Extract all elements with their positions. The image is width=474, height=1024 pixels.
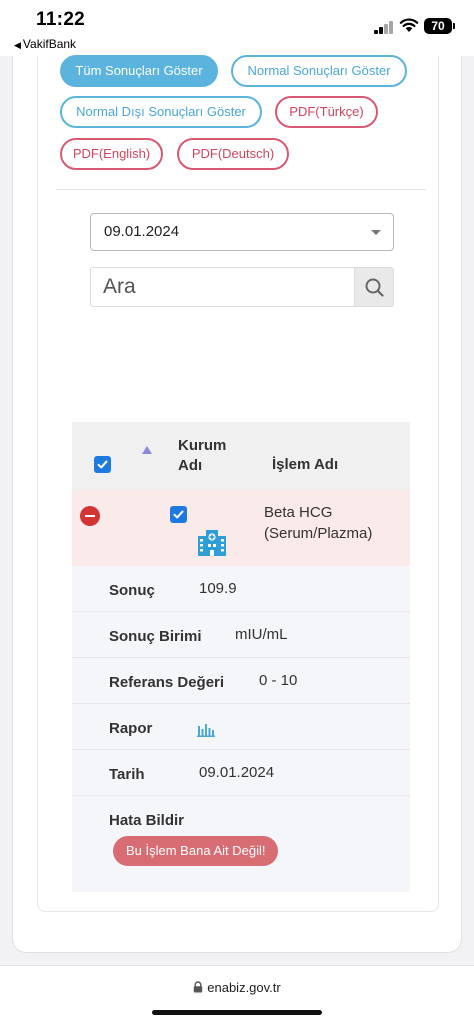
date-label: Tarih	[109, 766, 145, 783]
table-row[interactable]: Beta HCG (Serum/Plazma)	[72, 490, 410, 566]
chart-report-icon[interactable]	[197, 721, 215, 737]
status-bar: 11:22 ◀ VakifBank 70	[0, 0, 474, 56]
battery-icon: 70	[424, 18, 455, 34]
select-all-checkbox[interactable]	[94, 456, 111, 473]
result-value: 109.9	[199, 580, 237, 597]
wifi-icon	[399, 18, 419, 32]
results-panel: Tüm Sonuçları Göster Normal Sonuçları Gö…	[37, 55, 439, 912]
search-button[interactable]	[354, 267, 394, 307]
sort-arrow-icon[interactable]	[142, 446, 152, 454]
date-select-value: 09.01.2024	[104, 223, 180, 240]
reference-value: 0 - 10	[259, 672, 298, 689]
not-my-record-button[interactable]: Bu İşlem Bana Ait Değil!	[113, 836, 279, 866]
divider	[56, 189, 426, 190]
browser-bottom-bar: enabiz.gov.tr	[0, 965, 474, 1024]
lock-icon	[194, 981, 203, 993]
search-icon	[365, 278, 384, 297]
remove-row-icon[interactable]	[80, 506, 100, 526]
search-input[interactable]: Ara	[90, 267, 354, 307]
pdf-english-button[interactable]: PDF(English)	[60, 138, 163, 170]
unit-value: mIU/mL	[235, 626, 288, 643]
url-text: enabiz.gov.tr	[207, 980, 281, 995]
back-triangle-icon: ◀	[14, 40, 21, 50]
chevron-down-icon	[371, 230, 381, 235]
detail-row-result: Sonuç 109.9	[72, 566, 410, 612]
date-value: 09.01.2024	[199, 764, 275, 781]
column-header-institution[interactable]: Kurum Adı	[178, 436, 248, 476]
reference-label: Referans Değeri	[109, 674, 225, 691]
procedure-name: Beta HCG (Serum/Plazma)	[264, 504, 373, 542]
back-to-app-link[interactable]: ◀ VakifBank	[14, 37, 76, 51]
url-bar[interactable]: enabiz.gov.tr	[0, 980, 474, 995]
pdf-turkish-button[interactable]: PDF(Türkçe)	[275, 96, 378, 128]
status-time: 11:22	[36, 9, 86, 30]
detail-row-report: Rapor	[72, 704, 410, 750]
table-header: Kurum Adı İşlem Adı	[72, 422, 410, 490]
page-card: Tüm Sonuçları Göster Normal Sonuçları Gö…	[12, 55, 462, 953]
show-all-results-button[interactable]: Tüm Sonuçları Göster	[60, 55, 218, 87]
detail-row-date: Tarih 09.01.2024	[72, 750, 410, 796]
home-indicator[interactable]	[152, 1010, 322, 1015]
signal-icon	[374, 20, 394, 34]
pdf-deutsch-button[interactable]: PDF(Deutsch)	[177, 138, 289, 170]
row-checkbox[interactable]	[170, 506, 187, 523]
hospital-icon	[198, 530, 226, 556]
result-label: Sonuç	[109, 582, 155, 599]
show-normal-results-button[interactable]: Normal Sonuçları Göster	[231, 55, 407, 87]
search-bar: Ara	[90, 267, 394, 307]
back-app-label: VakifBank	[22, 37, 77, 51]
results-table: Kurum Adı İşlem Adı Beta HCG (Serum/Plaz…	[72, 422, 410, 892]
report-error-label: Hata Bildir	[109, 812, 185, 829]
detail-row-reference: Referans Değeri 0 - 10	[72, 658, 410, 704]
report-label: Rapor	[109, 720, 153, 737]
unit-label: Sonuç Birimi	[109, 628, 202, 645]
detail-row-unit: Sonuç Birimi mIU/mL	[72, 612, 410, 658]
date-select[interactable]: 09.01.2024	[90, 213, 394, 251]
column-header-procedure[interactable]: İşlem Adı	[272, 456, 338, 473]
show-abnormal-results-button[interactable]: Normal Dışı Sonuçları Göster	[60, 96, 262, 128]
